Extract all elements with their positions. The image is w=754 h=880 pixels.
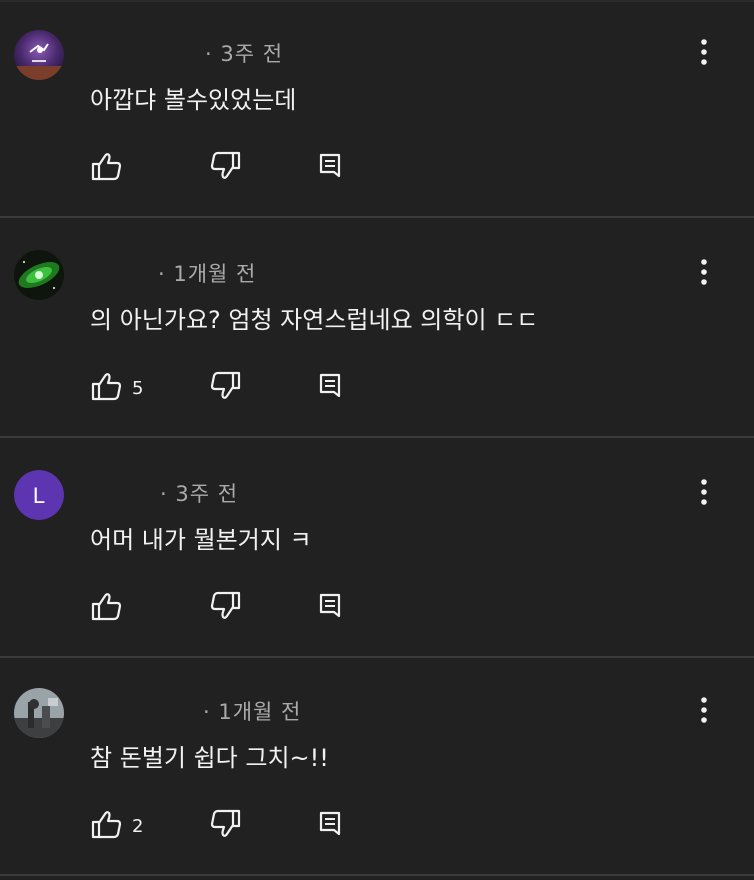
more-vertical-icon[interactable] (694, 694, 714, 726)
avatar[interactable] (14, 30, 64, 80)
photo-avatar-icon (14, 688, 64, 738)
thumbs-up-icon (91, 153, 122, 181)
like-button[interactable] (90, 150, 124, 182)
comment-actions: 5 (90, 370, 390, 402)
reply-button[interactable] (318, 808, 344, 840)
comment-timestamp: · 3주 전 (205, 42, 284, 66)
comment-item: L · 3주 전 어머 내가 뭘본거지 ㅋ (0, 440, 754, 658)
letter-avatar-icon: L (14, 470, 64, 520)
more-vertical-icon[interactable] (694, 256, 714, 288)
thumbs-down-icon (210, 591, 241, 619)
avatar-letter: L (33, 483, 45, 508)
comment-timestamp: · 1개월 전 (158, 262, 257, 286)
avatar[interactable] (14, 250, 64, 300)
comment-actions: 2 (90, 808, 390, 840)
like-count: 5 (132, 378, 144, 399)
green-galaxy-avatar-icon (14, 250, 64, 300)
dislike-button[interactable] (208, 150, 242, 182)
like-button[interactable] (90, 590, 124, 622)
comment-text: 참 돈벌기 쉽다 그치~!! (90, 744, 329, 772)
avatar[interactable] (14, 688, 64, 738)
reply-button[interactable] (318, 590, 344, 622)
avatar[interactable]: L (14, 470, 64, 520)
like-count: 2 (132, 816, 144, 837)
like-button[interactable]: 5 (90, 370, 143, 402)
comment-text: 아깝댜 볼수있었는데 (90, 86, 297, 114)
comment-text: 의 아닌가요? 엄청 자연스럽네요 의학이 ㄷㄷ (90, 306, 539, 334)
thumbs-up-icon (91, 373, 122, 401)
comment-timestamp: · 3주 전 (160, 482, 239, 506)
comment-actions (90, 150, 390, 182)
more-vertical-icon[interactable] (694, 476, 714, 508)
like-button[interactable]: 2 (90, 808, 143, 840)
comment-actions (90, 590, 390, 622)
thumbs-up-icon (91, 593, 122, 621)
reply-icon (319, 811, 341, 836)
thumbs-down-icon (210, 151, 241, 179)
reply-icon (319, 153, 341, 178)
reply-button[interactable] (318, 370, 344, 402)
comment-timestamp: · 1개월 전 (203, 700, 302, 724)
reply-button[interactable] (318, 150, 344, 182)
reply-icon (319, 593, 341, 618)
comment-text: 어머 내가 뭘본거지 ㅋ (90, 526, 312, 554)
comment-item: · 1개월 전 참 돈벌기 쉽다 그치~!! 2 (0, 658, 754, 876)
reply-icon (319, 373, 341, 398)
thumbs-down-icon (210, 809, 241, 837)
dislike-button[interactable] (208, 370, 242, 402)
dislike-button[interactable] (208, 808, 242, 840)
thumbs-up-icon (91, 811, 122, 839)
comment-item: · 1개월 전 의 아닌가요? 엄청 자연스럽네요 의학이 ㄷㄷ 5 (0, 220, 754, 438)
more-vertical-icon[interactable] (694, 36, 714, 68)
dislike-button[interactable] (208, 590, 242, 622)
galaxy-purple-avatar-icon (14, 30, 64, 80)
thumbs-down-icon (210, 371, 241, 399)
comment-item: · 3주 전 아깝댜 볼수있었는데 (0, 0, 754, 218)
